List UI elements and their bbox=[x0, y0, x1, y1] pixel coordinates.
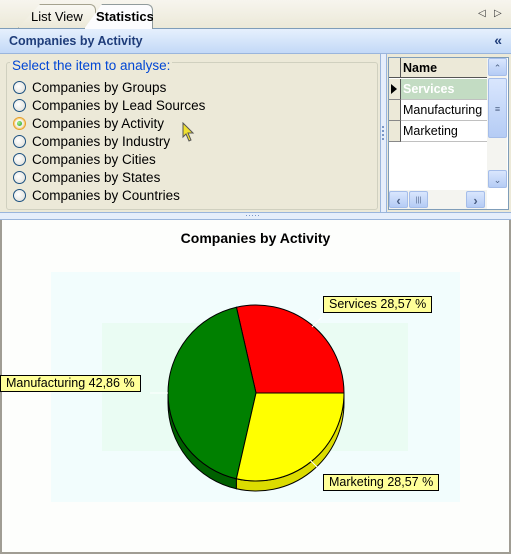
grip-dot bbox=[382, 138, 384, 140]
grid-row[interactable]: Marketing bbox=[401, 121, 487, 142]
radio-button-checked[interactable] bbox=[13, 116, 26, 130]
current-row-arrow-icon bbox=[391, 84, 397, 94]
grip-dot bbox=[382, 126, 384, 128]
radio-button[interactable] bbox=[13, 80, 26, 94]
radio-label: Companies by Cities bbox=[32, 151, 156, 167]
grip-dot bbox=[249, 215, 250, 216]
grip-icon: ||| bbox=[415, 197, 422, 204]
grip-dot bbox=[382, 134, 384, 136]
vertical-scroll-thumb[interactable]: ≡ bbox=[488, 78, 507, 138]
grip-dot bbox=[255, 215, 256, 216]
scroll-right-button[interactable]: › bbox=[466, 191, 485, 208]
grid-column-header-name[interactable]: Name bbox=[401, 58, 487, 78]
triangle-left-icon[interactable]: ◁ bbox=[478, 8, 486, 19]
radio-option[interactable]: Companies by Industry bbox=[13, 132, 170, 150]
radio-label: Companies by Industry bbox=[32, 133, 171, 149]
radio-button[interactable] bbox=[13, 170, 26, 184]
grid-row[interactable]: Services bbox=[401, 79, 487, 100]
radio-label: Companies by Lead Sources bbox=[32, 97, 206, 113]
radio-button[interactable] bbox=[13, 188, 26, 202]
horizontal-scrollbar[interactable]: ‹ ||| › bbox=[389, 190, 487, 209]
radio-label: Companies by Groups bbox=[32, 79, 167, 95]
panel-title: Companies by Activity bbox=[9, 34, 143, 48]
pie-label-marketing: Marketing 28,57 % bbox=[323, 474, 440, 491]
grip-dot bbox=[258, 215, 259, 216]
groupbox-legend: Select the item to analyse: bbox=[10, 58, 173, 73]
chevron-left-icon: ‹ bbox=[396, 193, 401, 208]
grid-corner bbox=[389, 58, 401, 78]
mouse-cursor-icon bbox=[182, 122, 195, 142]
radio-label: Companies by States bbox=[32, 169, 161, 185]
vertical-splitter[interactable] bbox=[380, 54, 387, 212]
grip-dot bbox=[252, 215, 253, 216]
pie-label-services: Services 28,57 % bbox=[323, 296, 433, 313]
row-indicator[interactable] bbox=[389, 100, 401, 121]
chevron-down-icon: ⌄ bbox=[493, 175, 502, 185]
collapse-icon[interactable]: « bbox=[494, 32, 502, 48]
radio-option[interactable]: Companies by Cities bbox=[13, 150, 156, 168]
panel-header: Companies by Activity « bbox=[0, 29, 511, 54]
scroll-down-button[interactable]: ⌄ bbox=[488, 170, 507, 188]
radio-option[interactable]: Companies by Groups bbox=[13, 78, 166, 96]
radio-option[interactable]: Companies by Countries bbox=[13, 186, 180, 204]
radio-option[interactable]: Companies by States bbox=[13, 168, 160, 186]
radio-button[interactable] bbox=[13, 98, 26, 112]
horizontal-splitter[interactable] bbox=[0, 212, 511, 220]
row-indicator[interactable] bbox=[389, 79, 401, 100]
vertical-scrollbar[interactable]: ⌃ ≡ ⌄ bbox=[487, 58, 507, 188]
row-indicator[interactable] bbox=[389, 121, 401, 142]
chevron-right-icon: › bbox=[473, 193, 478, 208]
scroll-up-button[interactable]: ⌃ bbox=[488, 58, 507, 76]
radio-option[interactable]: Companies by Lead Sources bbox=[13, 96, 205, 114]
scroll-left-button[interactable]: ‹ bbox=[389, 191, 408, 208]
radio-option[interactable]: Companies by Activity bbox=[13, 114, 164, 132]
pie-label-manufacturing: Manufacturing 42,86 % bbox=[0, 375, 141, 392]
chevron-up-icon: ⌃ bbox=[493, 63, 502, 73]
grip-dot bbox=[246, 215, 247, 216]
radio-label: Companies by Activity bbox=[32, 115, 165, 131]
radio-label: Companies by Countries bbox=[32, 187, 180, 203]
radio-button[interactable] bbox=[13, 134, 26, 148]
grip-icon: ≡ bbox=[494, 104, 501, 114]
radio-button[interactable] bbox=[13, 152, 26, 166]
triangle-right-icon[interactable]: ▷ bbox=[494, 8, 502, 19]
grip-dot bbox=[382, 130, 384, 132]
grid-row[interactable]: Manufacturing bbox=[401, 100, 487, 121]
horizontal-scroll-thumb[interactable]: ||| bbox=[409, 191, 428, 208]
